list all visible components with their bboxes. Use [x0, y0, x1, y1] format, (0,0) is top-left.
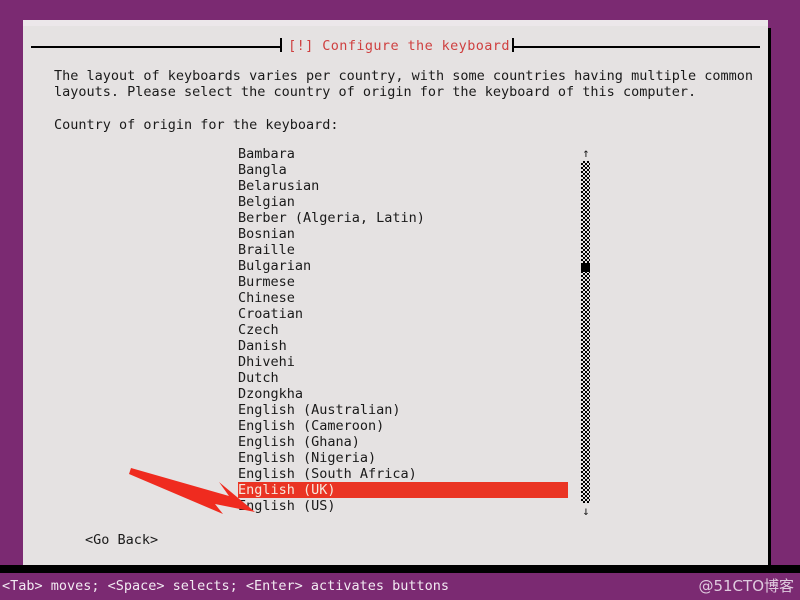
list-item[interactable]: Dhivehi: [238, 354, 568, 370]
configure-keyboard-dialog: [!] Configure the keyboard The layout of…: [23, 20, 768, 565]
list-item[interactable]: Dutch: [238, 370, 568, 386]
arrow-shape: [129, 468, 255, 514]
dialog-title: [!] Configure the keyboard: [288, 38, 510, 54]
scrollbar-thumb[interactable]: [581, 263, 590, 272]
list-item[interactable]: Czech: [238, 322, 568, 338]
dialog-top-edge: [23, 20, 768, 26]
list-item[interactable]: Burmese: [238, 274, 568, 290]
list-item[interactable]: English (Nigeria): [238, 450, 568, 466]
list-item[interactable]: Belarusian: [238, 178, 568, 194]
title-frame-tick-right: [512, 38, 514, 52]
list-scrollbar[interactable]: ↑ ↓: [579, 146, 593, 518]
country-list[interactable]: Bambara Bangla Belarusian Belgian Berber (Al…: [238, 146, 568, 518]
list-item[interactable]: English (UK): [238, 482, 568, 498]
list-item[interactable]: Belgian: [238, 194, 568, 210]
scrollbar-track[interactable]: [581, 161, 590, 503]
status-bar: <Tab> moves; <Space> selects; <Enter> ac…: [0, 573, 800, 600]
list-item[interactable]: Braille: [238, 242, 568, 258]
list-item[interactable]: Bangla: [238, 162, 568, 178]
list-item[interactable]: Dzongkha: [238, 386, 568, 402]
list-item[interactable]: Berber (Algeria, Latin): [238, 210, 568, 226]
title-frame-tick-left: [280, 38, 282, 52]
scroll-up-arrow-icon[interactable]: ↑: [579, 146, 593, 160]
screen-bottom-black-band: [0, 565, 800, 573]
list-item[interactable]: English (US): [238, 498, 568, 514]
intro-paragraph: The layout of keyboards varies per count…: [54, 68, 753, 100]
list-item[interactable]: Bosnian: [238, 226, 568, 242]
list-item[interactable]: Chinese: [238, 290, 568, 306]
list-item[interactable]: Croatian: [238, 306, 568, 322]
list-item[interactable]: Bambara: [238, 146, 568, 162]
watermark-label: @51CTO博客: [698, 577, 794, 595]
go-back-button[interactable]: <Go Back>: [85, 532, 158, 548]
scroll-down-arrow-icon[interactable]: ↓: [579, 504, 593, 518]
list-item[interactable]: English (Australian): [238, 402, 568, 418]
country-prompt-label: Country of origin for the keyboard:: [54, 117, 339, 133]
list-item[interactable]: Bulgarian: [238, 258, 568, 274]
keyboard-hint-text: <Tab> moves; <Space> selects; <Enter> ac…: [2, 578, 450, 594]
list-item[interactable]: English (Ghana): [238, 434, 568, 450]
list-item[interactable]: English (South Africa): [238, 466, 568, 482]
list-item[interactable]: Danish: [238, 338, 568, 354]
list-item[interactable]: English (Cameroon): [238, 418, 568, 434]
